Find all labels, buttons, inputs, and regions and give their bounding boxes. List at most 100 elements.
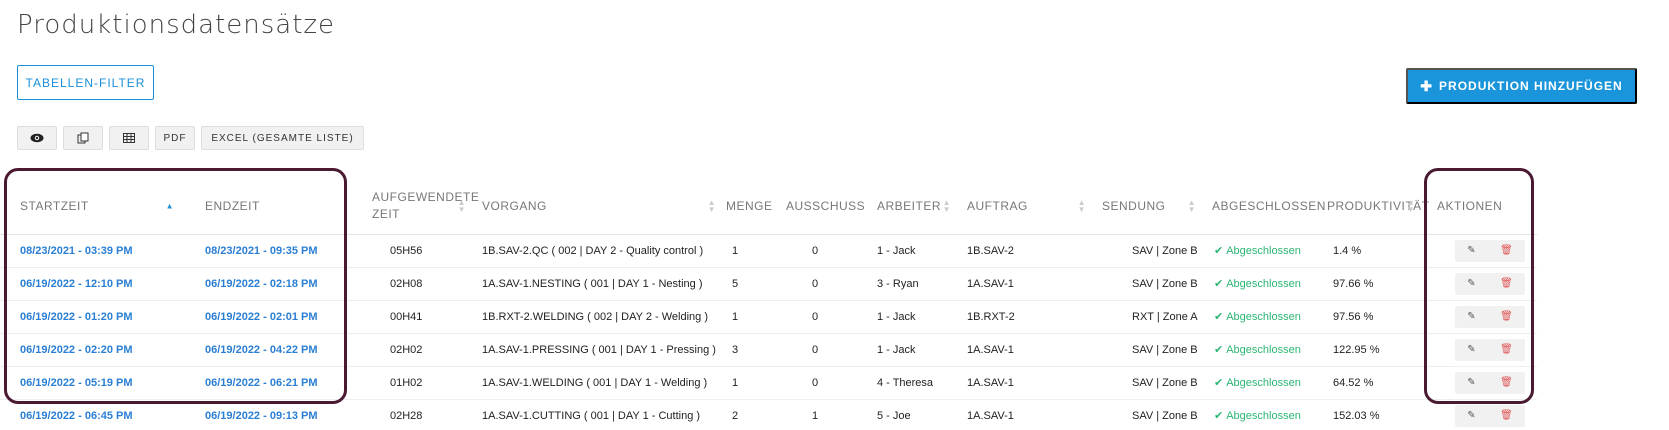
productivity-cell-text: 152.03 % [1333,409,1380,422]
quantity-cell-text: 5 [732,277,739,290]
start-time-link[interactable]: 06/19/2022 - 12:10 PM [0,267,180,301]
csv-button[interactable] [109,126,149,150]
table-row[interactable]: 06/19/2022 - 05:19 PM 06/19/2022 - 06:21 … [0,366,1669,400]
production-table-wrapper: STARTZEIT ▲ ENDZEIT AUFGEWENDETE ZEIT ▲ ▼ VO… [0,178,1669,430]
start-time-link-text[interactable]: 08/23/2021 - 03:39 PM [20,245,133,257]
column-header-qty[interactable]: MENGE [722,178,782,235]
check-icon: ✔ [1214,278,1224,290]
start-time-link[interactable]: 06/19/2022 - 01:20 PM [0,300,180,334]
trash-icon[interactable]: 🗑 [1500,278,1513,289]
end-time-link[interactable]: 06/19/2022 - 06:21 PM [180,366,360,400]
start-time-link[interactable]: 06/19/2022 - 02:20 PM [0,333,180,367]
end-time-link[interactable]: 06/19/2022 - 04:22 PM [180,333,360,367]
column-header-completed[interactable]: ABGESCHLOSSEN [1202,178,1325,235]
start-time-link-text[interactable]: 06/19/2022 - 01:20 PM [20,311,133,323]
column-visibility-button[interactable] [17,126,57,150]
table-filter-button[interactable]: TABELLEN-FILTER [17,65,154,100]
edit-icon[interactable]: ✎ [1467,245,1475,256]
table-row[interactable]: 06/19/2022 - 06:45 PM 06/19/2022 - 09:13 … [0,399,1669,430]
edit-icon[interactable]: ✎ [1467,410,1475,421]
spent-time-cell-text: 02H08 [390,277,423,290]
productivity-cell-text: 1.4 % [1333,244,1362,257]
productivity-cell-text: 64.52 % [1333,376,1374,389]
start-time-link[interactable]: 06/19/2022 - 05:19 PM [0,366,180,400]
trash-icon[interactable]: 🗑 [1500,311,1513,322]
edit-icon[interactable]: ✎ [1467,311,1475,322]
trash-icon[interactable]: 🗑 [1500,245,1513,256]
table-row[interactable]: 06/19/2022 - 01:20 PM 06/19/2022 - 02:01 … [0,300,1669,334]
table-row[interactable]: 06/19/2022 - 12:10 PM 06/19/2022 - 02:18 … [0,267,1669,301]
end-time-link-text[interactable]: 06/19/2022 - 09:13 PM [205,410,318,422]
start-time-link[interactable]: 06/19/2022 - 06:45 PM [0,399,180,430]
table-row[interactable]: 08/23/2021 - 03:39 PM 08/23/2021 - 09:35 … [0,234,1669,268]
spent-time-cell: 02H02 [360,333,472,367]
column-header-order[interactable]: AUFTRAG ▲ ▼ [957,178,1092,235]
row-actions: ✎ 🗑 [1455,404,1525,427]
status-cell: ✔ Abgeschlossen [1202,234,1317,268]
order-cell: 1B.RXT-2 [957,300,1092,334]
shipment-cell-text: RXT | Zone A [1132,310,1198,323]
column-header-worker[interactable]: ARBEITER ▲ ▼ [867,178,957,235]
status-cell: ✔ Abgeschlossen [1202,333,1317,367]
shipment-cell-text: SAV | Zone B [1132,409,1198,422]
trash-icon[interactable]: 🗑 [1500,377,1513,388]
copy-button[interactable] [63,126,103,150]
column-header-shipment[interactable]: SENDUNG ▲ ▼ [1092,178,1202,235]
edit-icon[interactable]: ✎ [1467,377,1475,388]
end-time-link-text[interactable]: 06/19/2022 - 06:21 PM [205,377,318,389]
quantity-cell: 1 [722,366,782,400]
trash-icon[interactable]: 🗑 [1500,344,1513,355]
excel-button[interactable]: EXCEL (GESAMTE LISTE) [201,126,364,150]
start-time-link-text[interactable]: 06/19/2022 - 02:20 PM [20,344,133,356]
start-time-link[interactable]: 08/23/2021 - 03:39 PM [0,234,180,268]
spent-time-cell: 01H02 [360,366,472,400]
operation-cell: 1A.SAV-1.NESTING ( 001 | DAY 1 - Nesting… [472,267,722,301]
operation-cell-text: 1B.RXT-2.WELDING ( 002 | DAY 2 - Welding… [482,310,708,323]
edit-icon[interactable]: ✎ [1467,344,1475,355]
start-time-link-text[interactable]: 06/19/2022 - 12:10 PM [20,278,133,290]
end-time-link[interactable]: 06/19/2022 - 02:18 PM [180,267,360,301]
column-header-actions[interactable]: AKTIONEN ▲ ▼ [1407,178,1537,235]
table-row[interactable]: 06/19/2022 - 02:20 PM 06/19/2022 - 04:22 … [0,333,1669,367]
shipment-cell-text: SAV | Zone B [1132,376,1198,389]
scrap-cell-text: 1 [812,409,819,422]
add-production-button[interactable]: ✚ PRODUKTION HINZUFÜGEN [1406,68,1637,104]
trash-icon[interactable]: 🗑 [1500,410,1513,421]
quantity-cell-text: 1 [732,244,739,257]
scrap-cell: 0 [782,333,867,367]
quantity-cell-text: 1 [732,310,739,323]
check-icon: ✔ [1214,377,1224,389]
column-header-spent[interactable]: AUFGEWENDETE ZEIT ▲ ▼ [360,178,479,235]
worker-cell-text: 4 - Theresa [877,376,934,389]
end-time-link[interactable]: 06/19/2022 - 02:01 PM [180,300,360,334]
end-time-link[interactable]: 08/23/2021 - 09:35 PM [180,234,360,268]
edit-icon[interactable]: ✎ [1467,278,1475,289]
quantity-cell-text: 3 [732,343,739,356]
end-time-link-text[interactable]: 06/19/2022 - 02:18 PM [205,278,318,290]
end-time-link-text[interactable]: 08/23/2021 - 09:35 PM [205,245,318,257]
end-time-link[interactable]: 06/19/2022 - 09:13 PM [180,399,360,430]
column-header-start[interactable]: STARTZEIT ▲ [0,178,180,235]
column-header-end[interactable]: ENDZEIT [180,178,360,235]
check-icon: ✔ [1214,344,1224,356]
start-time-link-text[interactable]: 06/19/2022 - 05:19 PM [20,377,133,389]
pdf-button[interactable]: PDF [155,126,195,150]
column-header-scrap[interactable]: AUSSCHUSS [782,178,867,235]
scrap-cell-text: 0 [812,310,819,323]
operation-cell: 1A.SAV-1.CUTTING ( 001 | DAY 1 - Cutting… [472,399,722,430]
column-header-operation[interactable]: VORGANG ▲ ▼ [472,178,722,235]
end-time-link-text[interactable]: 06/19/2022 - 04:22 PM [205,344,318,356]
end-time-link-text[interactable]: 06/19/2022 - 02:01 PM [205,311,318,323]
status-cell-text: Abgeschlossen [1226,344,1301,356]
order-cell-text: 1A.SAV-1 [967,343,1014,356]
start-time-link-text[interactable]: 06/19/2022 - 06:45 PM [20,410,133,422]
add-production-label: PRODUKTION HINZUFÜGEN [1439,79,1623,93]
scrap-cell-text: 0 [812,277,819,290]
shipment-cell: SAV | Zone B [1092,267,1202,301]
productivity-cell-text: 97.56 % [1333,310,1374,323]
order-cell: 1A.SAV-1 [957,333,1092,367]
operation-cell: 1A.SAV-1.PRESSING ( 001 | DAY 1 - Pressi… [472,333,722,367]
spent-time-cell-text: 05H56 [390,244,423,257]
worker-cell: 1 - Jack [867,333,957,367]
sort-icon: ▲ ▼ [1406,197,1415,214]
